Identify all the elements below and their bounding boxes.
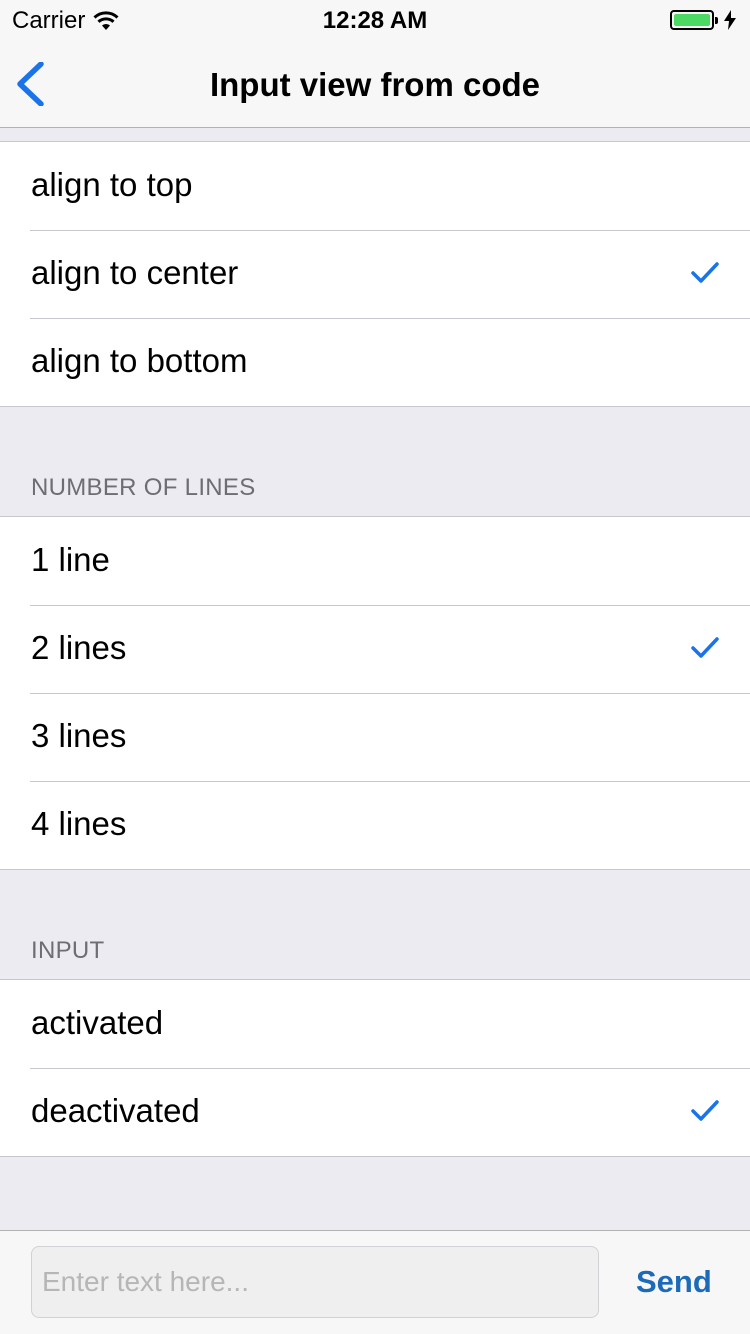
page-title: Input view from code bbox=[209, 66, 541, 103]
row-align-top[interactable]: align to top bbox=[0, 142, 750, 230]
row-2-lines[interactable]: 2 lines bbox=[0, 605, 750, 693]
checkmark-icon bbox=[691, 262, 719, 283]
input-section: activated deactivated bbox=[0, 979, 750, 1157]
row-deactivated[interactable]: deactivated bbox=[0, 1068, 750, 1156]
input-bar: Send bbox=[0, 1230, 750, 1334]
row-label: align to top bbox=[31, 166, 193, 203]
number-of-lines-section: 1 line 2 lines 3 lines 4 lines bbox=[0, 516, 750, 870]
status-bar: Carrier 12:28 AM bbox=[0, 0, 750, 40]
row-align-bottom[interactable]: align to bottom bbox=[0, 318, 750, 406]
battery-cap bbox=[715, 17, 718, 24]
row-label: 3 lines bbox=[31, 717, 127, 754]
navigation-bar: Input view from code bbox=[0, 40, 750, 128]
section-header-number-of-lines: NUMBER OF LINES bbox=[31, 474, 256, 501]
row-label: activated bbox=[31, 1004, 164, 1041]
row-3-lines[interactable]: 3 lines bbox=[0, 693, 750, 781]
status-time: 12:28 AM bbox=[322, 7, 428, 34]
row-align-center[interactable]: align to center bbox=[0, 230, 750, 318]
section-header-input: INPUT bbox=[31, 937, 105, 964]
checkmark-icon bbox=[691, 1100, 719, 1121]
row-label: align to bottom bbox=[31, 342, 248, 379]
row-activated[interactable]: activated bbox=[0, 980, 750, 1068]
send-button[interactable]: Send bbox=[636, 1264, 712, 1300]
battery-icon bbox=[670, 10, 718, 30]
row-4-lines[interactable]: 4 lines bbox=[0, 781, 750, 869]
alignment-section: align to top align to center align to bo… bbox=[0, 141, 750, 407]
charging-bolt-icon bbox=[724, 10, 736, 30]
message-input[interactable] bbox=[31, 1246, 599, 1318]
battery-fill bbox=[674, 14, 710, 26]
row-label: 2 lines bbox=[31, 629, 127, 666]
row-label: align to center bbox=[31, 254, 239, 291]
battery-indicator bbox=[670, 10, 736, 30]
row-label: 4 lines bbox=[31, 805, 127, 842]
row-label: deactivated bbox=[31, 1092, 200, 1129]
row-1-line[interactable]: 1 line bbox=[0, 517, 750, 605]
checkmark-icon bbox=[691, 637, 719, 658]
row-label: 1 line bbox=[31, 541, 110, 578]
